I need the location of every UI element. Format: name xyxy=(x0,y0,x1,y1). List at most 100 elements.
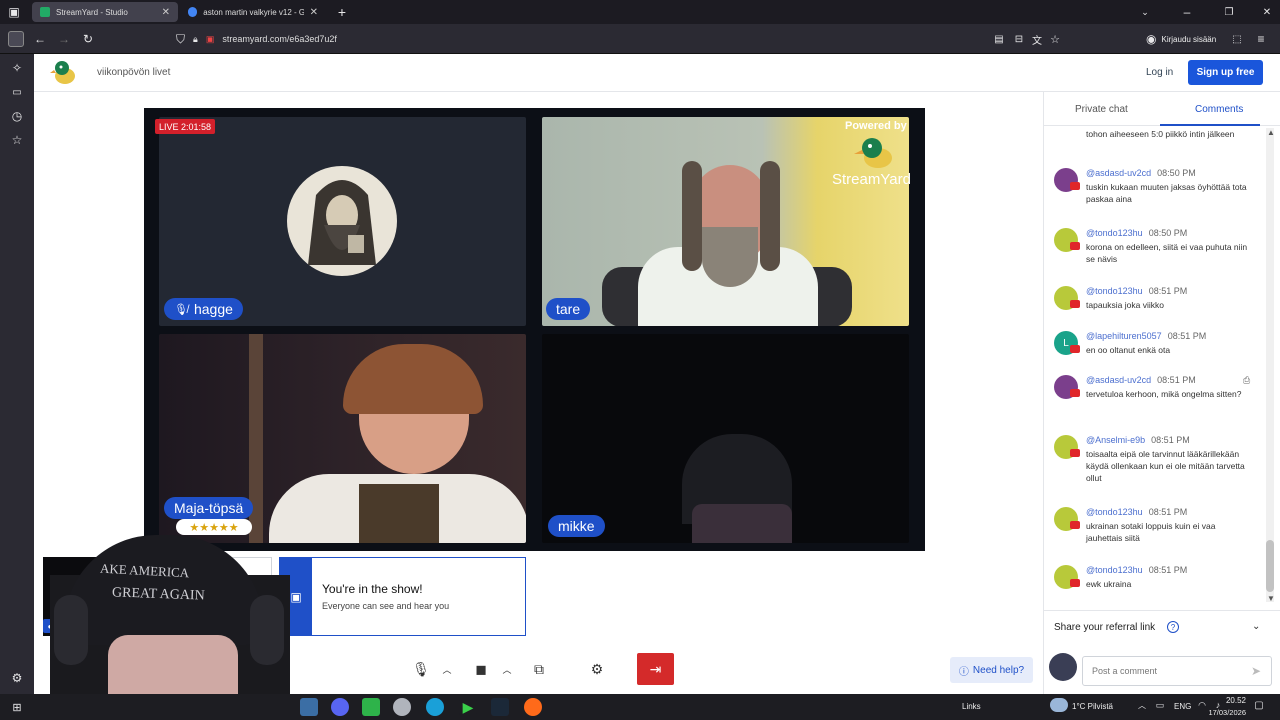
youtube-badge-icon xyxy=(1070,345,1080,353)
reader-view-icon[interactable]: ▤ xyxy=(992,31,1006,47)
tab-private-chat[interactable]: Private chat xyxy=(1075,104,1128,115)
save-icon[interactable]: ⊟ xyxy=(1012,31,1026,47)
share-screen-button[interactable]: ⧉ xyxy=(524,654,554,684)
bookmark-comment-icon[interactable]: ⎙ xyxy=(1243,375,1250,386)
forward-icon[interactable]: → xyxy=(56,31,72,47)
camera-permission-icon[interactable]: ▣ xyxy=(206,34,215,45)
headset-left xyxy=(54,595,88,665)
clock-date[interactable]: 17/03/2026 xyxy=(1198,708,1246,717)
comment-text: tervetuloa kerhoon, mikä ongelma sitten? xyxy=(1086,389,1242,399)
streamyard-watermark-logo xyxy=(854,138,892,168)
camera-button[interactable]: ◼︎ xyxy=(466,654,496,684)
links-toolbar[interactable]: Links xyxy=(962,702,981,711)
synced-tabs-icon[interactable]: ▭ xyxy=(9,84,25,100)
close-tab-icon[interactable]: ✕ xyxy=(162,7,170,18)
new-tab-icon[interactable]: + xyxy=(334,4,350,20)
commenter-name[interactable]: @asdasd-uv2cd 08:50 PM xyxy=(1086,168,1196,178)
scrollbar-thumb[interactable] xyxy=(1266,540,1274,592)
commenter-name[interactable]: @tondo123hu 08:51 PM xyxy=(1086,507,1187,517)
browser-tab-bar: ▣ StreamYard - Studio ✕ aston martin val… xyxy=(0,0,1280,24)
studio-header xyxy=(34,54,1280,92)
tray-expand-icon[interactable]: ︿ xyxy=(1136,698,1148,712)
edge-icon[interactable] xyxy=(426,698,444,716)
menu-icon[interactable]: ≡ xyxy=(1254,31,1268,47)
help-button[interactable]: ⓘ Need help? xyxy=(950,657,1033,683)
chevron-up-icon: ︿ xyxy=(502,664,512,675)
referral-label[interactable]: Share your referral link xyxy=(1054,622,1155,633)
browser-nav-bar: ← → ↻ ⛉ 🔒︎ ▣ streamyard.com/e6a3ed7u2f ▤… xyxy=(0,24,1280,54)
scroll-up-icon[interactable]: ▲ xyxy=(1267,128,1275,137)
signin-label: Kirjaudu sisään xyxy=(1161,34,1217,44)
ai-sparkle-icon[interactable]: ✧ xyxy=(9,60,25,76)
participant-name: mikke xyxy=(558,518,595,534)
broadcast-title: viikonpövön livet xyxy=(97,67,171,78)
history-icon[interactable]: ◷ xyxy=(9,108,25,124)
commenter-name[interactable]: @lapehilturen5057 08:51 PM xyxy=(1086,331,1206,341)
comments-scrollbar[interactable] xyxy=(1266,128,1274,602)
back-icon[interactable]: ← xyxy=(32,31,48,47)
browser-sidebar: ✧ ▭ ◷ ☆ ⚙ xyxy=(0,54,34,694)
notifications-icon[interactable]: ▢ xyxy=(1252,698,1266,712)
lock-icon: 🔒︎ xyxy=(193,33,198,44)
settings-button[interactable]: ⚙ xyxy=(582,654,612,684)
mic-options-button[interactable]: ︿ xyxy=(436,654,458,684)
extensions-icon[interactable]: ⬚ xyxy=(1230,31,1244,47)
commenter-name[interactable]: @Anselmi-e9b 08:51 PM xyxy=(1086,435,1190,445)
chevron-down-icon[interactable]: ⌄ xyxy=(1252,621,1260,632)
bookmark-star-icon[interactable]: ☆ xyxy=(1048,31,1062,47)
reload-icon[interactable]: ↻ xyxy=(80,31,96,47)
tab-dropdown-icon[interactable]: ⌄ xyxy=(1138,4,1152,20)
tab-streamyard[interactable]: StreamYard - Studio ✕ xyxy=(32,2,178,22)
address-bar[interactable]: ⛉ 🔒︎ ▣ streamyard.com/e6a3ed7u2f xyxy=(176,28,1066,50)
steam-icon[interactable] xyxy=(491,698,509,716)
signup-button[interactable]: Sign up free xyxy=(1188,60,1263,85)
comment-item: @tondo123hu 08:51 PM ukrainan sotaki loppu… xyxy=(1054,507,1254,557)
tab-list-icon[interactable]: ▣ xyxy=(6,4,22,20)
language-indicator[interactable]: ENG xyxy=(1174,702,1191,711)
comment-time: 08:50 PM xyxy=(1157,168,1196,178)
close-window-icon[interactable]: ✕ xyxy=(1260,4,1274,20)
hair-left xyxy=(682,161,702,271)
clock-time[interactable]: 20.52 xyxy=(1206,696,1246,705)
sidebar-toggle-icon[interactable] xyxy=(8,31,24,47)
app-icon-1[interactable] xyxy=(300,698,318,716)
commenter-name[interactable]: @tondo123hu 08:51 PM xyxy=(1086,565,1187,575)
discord-icon[interactable] xyxy=(331,698,349,716)
weather-text[interactable]: 1°C Pilvistä xyxy=(1072,702,1113,711)
commenter-name[interactable]: @tondo123hu 08:51 PM xyxy=(1086,286,1187,296)
tab-comments[interactable]: Comments xyxy=(1195,104,1243,115)
camera-options-button[interactable]: ︿ xyxy=(496,654,518,684)
network-icon[interactable]: ▭ xyxy=(1154,698,1166,712)
powered-brand: StreamYard xyxy=(832,171,911,188)
app-icon-3[interactable] xyxy=(362,698,380,716)
help-circle-icon[interactable]: ? xyxy=(1167,621,1179,633)
active-tab-indicator xyxy=(1160,124,1260,126)
headset-right xyxy=(250,595,284,665)
leave-studio-button[interactable]: ⇥ xyxy=(637,653,674,685)
post-comment-input[interactable]: Post a comment ➤ xyxy=(1082,656,1272,686)
youtube-badge-icon xyxy=(1070,579,1080,587)
play-icon[interactable]: ▶ xyxy=(459,698,477,716)
signin-button[interactable]: ◉ Kirjaudu sisään xyxy=(1146,29,1216,49)
commenter-name[interactable]: @asdasd-uv2cd 08:51 PM xyxy=(1086,375,1196,385)
windows-start-icon[interactable]: ⊞ xyxy=(8,698,26,716)
sidebar-settings-icon[interactable]: ⚙ xyxy=(9,670,25,686)
firefox-icon[interactable] xyxy=(524,698,542,716)
maximize-icon[interactable]: ❐ xyxy=(1222,4,1236,20)
minimize-icon[interactable]: – xyxy=(1180,4,1194,20)
star-rating: ★★★★★ xyxy=(176,519,252,535)
commenter-name[interactable]: @tondo123hu 08:50 PM xyxy=(1086,228,1187,238)
participant-tile-hagge xyxy=(159,117,526,326)
send-icon[interactable]: ➤ xyxy=(1251,664,1261,678)
comment-time: 08:51 PM xyxy=(1148,286,1188,296)
cap: AKE AMERICA GREAT AGAIN xyxy=(64,535,264,645)
app-icon-4[interactable] xyxy=(393,698,411,716)
tab-google[interactable]: aston martin valkyrie v12 - Goo ✕ xyxy=(180,2,326,22)
close-tab-icon[interactable]: ✕ xyxy=(310,7,318,18)
microphone-button[interactable]: 🎙︎ xyxy=(406,654,436,684)
scroll-down-icon[interactable]: ▼ xyxy=(1267,594,1275,603)
login-link[interactable]: Log in xyxy=(1146,67,1173,78)
bookmarks-icon[interactable]: ☆ xyxy=(9,132,25,148)
overlay-webcam: AKE AMERICA GREAT AGAIN xyxy=(50,535,290,694)
translate-icon[interactable]: 文 xyxy=(1030,31,1044,47)
